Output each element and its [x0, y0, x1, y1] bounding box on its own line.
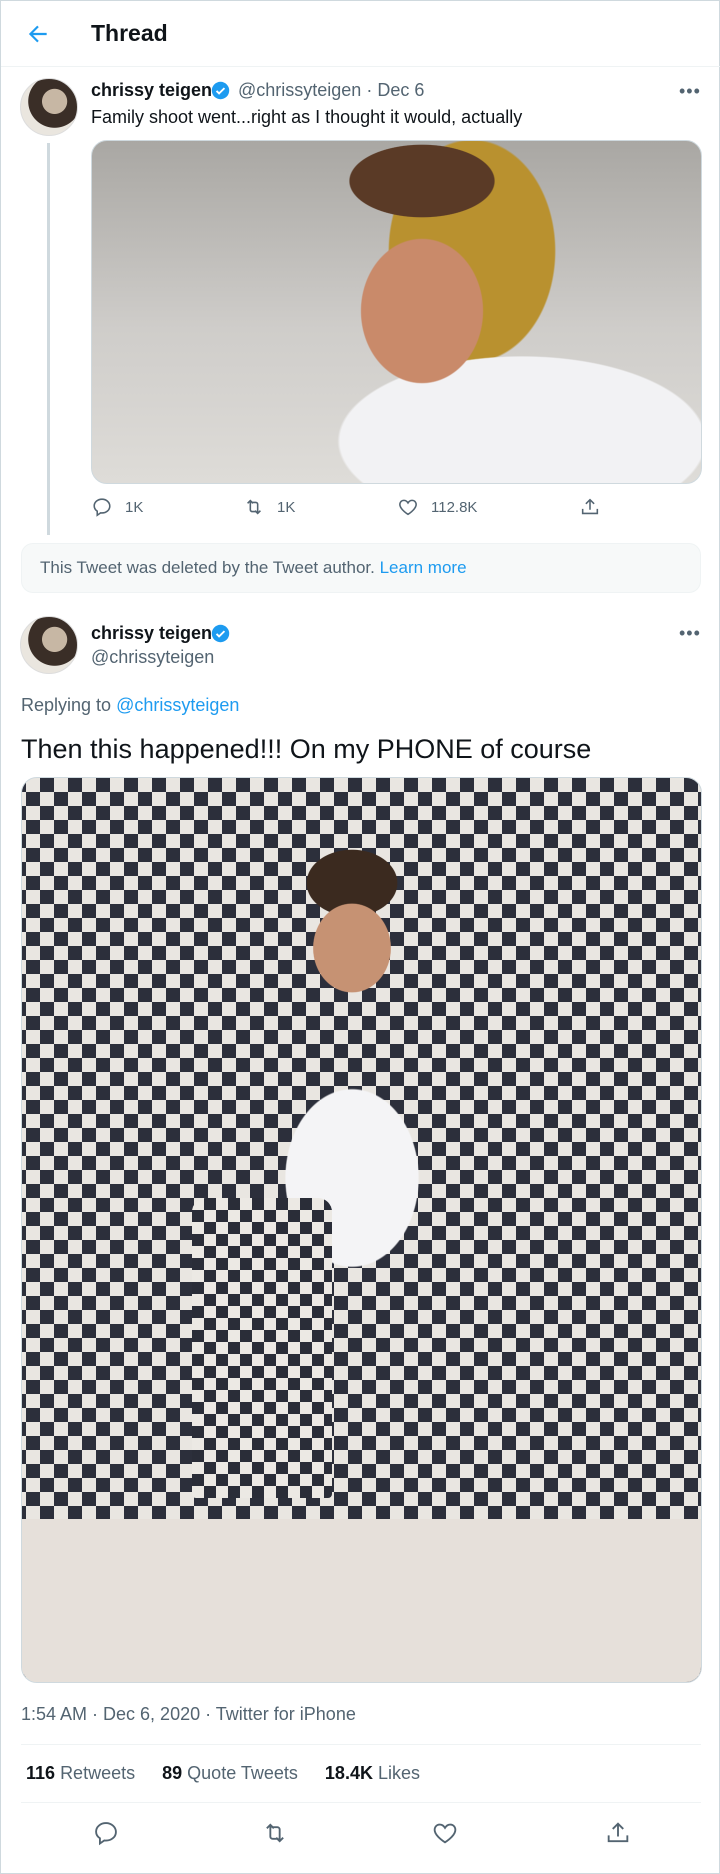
retweet-icon[interactable] — [261, 1819, 289, 1847]
thread-page: Thread chrissy teigen @chrissyteigen · D… — [0, 0, 720, 1874]
replying-label: Replying to — [21, 695, 112, 715]
author-handle[interactable]: @chrissyteigen · Dec 6 — [238, 80, 424, 101]
share-button[interactable] — [579, 496, 601, 518]
tweet-date[interactable]: Dec 6 — [377, 80, 424, 100]
quote-tweets-stat[interactable]: 89 Quote Tweets — [162, 1763, 298, 1783]
deleted-notice-text: This Tweet was deleted by the Tweet auth… — [40, 558, 375, 577]
like-count: 112.8K — [431, 498, 478, 516]
quotes-count: 89 — [162, 1763, 183, 1783]
share-icon — [581, 498, 599, 515]
replying-handle-link[interactable]: @chrissyteigen — [116, 695, 239, 715]
thread-header: Thread — [1, 1, 720, 67]
tweet-stats: 116 Retweets 89 Quote Tweets 18.4K Likes — [26, 1763, 442, 1784]
verified-badge-icon — [211, 81, 230, 100]
page-title: Thread — [91, 20, 168, 46]
avatar[interactable] — [20, 616, 78, 674]
photo-floor — [22, 1519, 701, 1682]
like-icon — [399, 499, 417, 516]
tweet-photo[interactable] — [91, 140, 702, 484]
like-icon[interactable] — [431, 1819, 459, 1847]
like-button[interactable]: 112.8K — [397, 496, 477, 518]
divider — [21, 1802, 701, 1803]
tweet-photo[interactable] — [21, 777, 702, 1683]
retweet-count: 1K — [277, 498, 296, 516]
more-icon[interactable]: ••• — [679, 623, 701, 644]
reply-button[interactable]: 1K — [91, 496, 143, 518]
verified-badge-icon — [211, 624, 230, 643]
replying-to: Replying to @chrissyteigen — [21, 695, 239, 716]
tweet-text: Family shoot went...right as I thought i… — [91, 107, 523, 127]
author-handle[interactable]: @chrissyteigen — [91, 647, 214, 668]
likes-stat[interactable]: 18.4K Likes — [325, 1763, 420, 1783]
separator-dot: · — [366, 80, 373, 100]
retweet-button[interactable]: 1K — [243, 496, 295, 518]
back-arrow-icon[interactable] — [25, 21, 51, 47]
author-name[interactable]: chrissy teigen — [91, 80, 212, 101]
retweets-count: 116 — [26, 1763, 56, 1783]
retweet-icon — [247, 499, 261, 515]
thread-connector-line — [47, 143, 50, 535]
reply-icon — [93, 498, 111, 517]
likes-count: 18.4K — [324, 1763, 373, 1783]
reply-icon[interactable] — [92, 1819, 120, 1847]
tweet-timestamp[interactable]: 1:54 AM · Dec 6, 2020 · Twitter for iPho… — [21, 1704, 356, 1725]
avatar[interactable] — [20, 78, 78, 136]
share-icon[interactable] — [604, 1819, 632, 1847]
photo-subject — [192, 1198, 332, 1498]
reply-count: 1K — [125, 498, 144, 516]
quotes-label: Quote Tweets — [187, 1763, 298, 1783]
learn-more-link[interactable]: Learn more — [380, 558, 467, 577]
deleted-tweet-notice: This Tweet was deleted by the Tweet auth… — [21, 543, 701, 593]
retweets-stat[interactable]: 116 Retweets — [26, 1763, 135, 1783]
divider — [21, 1744, 701, 1745]
handle-text: @chrissyteigen — [238, 80, 362, 100]
more-icon[interactable]: ••• — [679, 81, 701, 102]
tweet-text: Then this happened!!! On my PHONE of cou… — [21, 734, 592, 764]
retweets-label: Retweets — [60, 1763, 136, 1783]
likes-label: Likes — [377, 1763, 421, 1783]
author-name[interactable]: chrissy teigen — [91, 623, 212, 644]
